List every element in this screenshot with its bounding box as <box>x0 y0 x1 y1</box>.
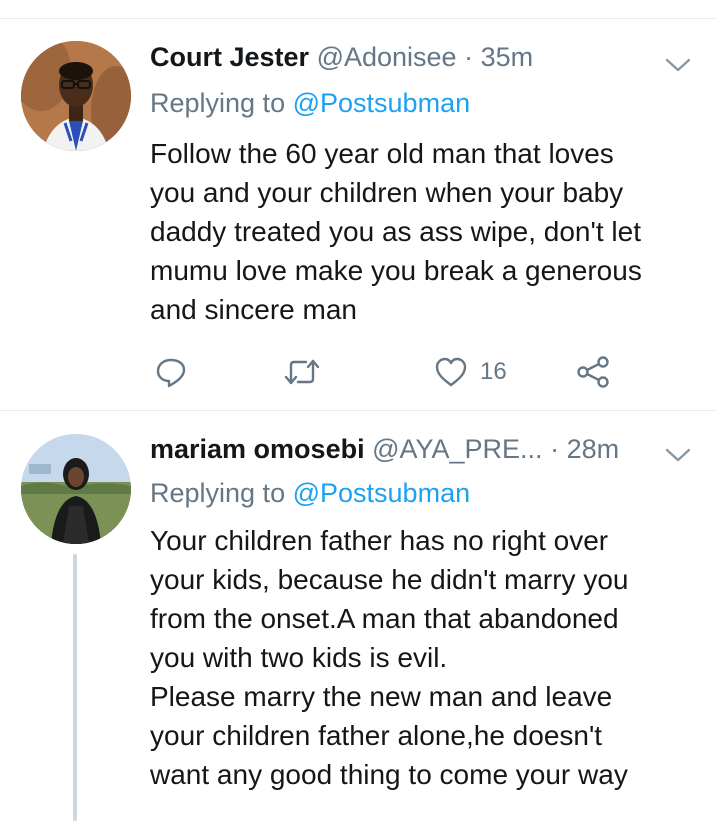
tweet-text-line: Please marry the new man and leave <box>150 681 613 712</box>
reply-button[interactable] <box>154 352 188 392</box>
replying-prefix: Replying to <box>150 88 286 118</box>
share-icon <box>577 356 609 388</box>
reply-mention-link[interactable]: @Postsubman <box>293 88 471 118</box>
replying-prefix: Replying to <box>150 478 286 508</box>
tweet-text-line: your children father alone,he doesn't <box>150 720 603 751</box>
separator-dot: · <box>464 42 474 72</box>
tweet[interactable]: Court Jester @Adonisee · 35m Replying to… <box>0 19 717 410</box>
tweet[interactable]: mariam omosebi @AYA_PRE... · 28m Replyin… <box>0 411 717 821</box>
avatar[interactable] <box>21 434 131 544</box>
tweet-text-line: from the onset.A man that abandoned <box>150 603 619 634</box>
replying-to: Replying to @Postsubman <box>150 475 470 511</box>
tweet-header: Court Jester @Adonisee · 35m <box>150 39 533 75</box>
tweet-header: mariam omosebi @AYA_PRE... · 28m <box>150 431 619 467</box>
tweet-text-line: Your children father has no right over <box>150 525 609 556</box>
like-button[interactable]: 16 <box>434 352 507 392</box>
tweet-text-line: you with two kids is evil. <box>150 642 448 673</box>
tweet-text-line: and sincere man <box>150 294 358 325</box>
user-handle[interactable]: @AYA_PRE... <box>372 434 542 464</box>
tweet-text: Your children father has no right over y… <box>150 521 700 794</box>
chevron-down-icon[interactable] <box>665 447 691 463</box>
like-count: 16 <box>480 358 507 385</box>
retweet-button[interactable] <box>282 352 322 392</box>
replying-to: Replying to @Postsubman <box>150 85 470 121</box>
separator-dot: · <box>550 434 560 464</box>
timestamp[interactable]: 28m <box>567 434 620 464</box>
display-name[interactable]: mariam omosebi <box>150 434 365 464</box>
avatar[interactable] <box>21 41 131 151</box>
tweet-text-line: you and your children when your baby <box>150 177 624 208</box>
tweet-actions: 16 <box>150 352 620 392</box>
timestamp[interactable]: 35m <box>481 42 534 72</box>
tweet-text-line: Follow the 60 year old man that loves <box>150 138 614 169</box>
thread-line <box>73 554 77 821</box>
retweet-icon <box>284 359 320 385</box>
tweet-text: Follow the 60 year old man that loves yo… <box>150 134 700 329</box>
reply-mention-link[interactable]: @Postsubman <box>293 478 471 508</box>
display-name[interactable]: Court Jester <box>150 42 309 72</box>
tweet-text-line: mumu love make you break a generous <box>150 255 642 286</box>
user-handle[interactable]: @Adonisee <box>317 42 457 72</box>
like-icon <box>435 357 467 387</box>
share-button[interactable] <box>576 352 610 392</box>
reply-icon <box>156 358 186 388</box>
tweet-text-line: your kids, because he didn't marry you <box>150 564 629 595</box>
tweet-text-line: want any good thing to come your way <box>150 759 628 790</box>
chevron-down-icon[interactable] <box>665 57 691 73</box>
tweet-text-line: daddy treated you as ass wipe, don't let <box>150 216 641 247</box>
